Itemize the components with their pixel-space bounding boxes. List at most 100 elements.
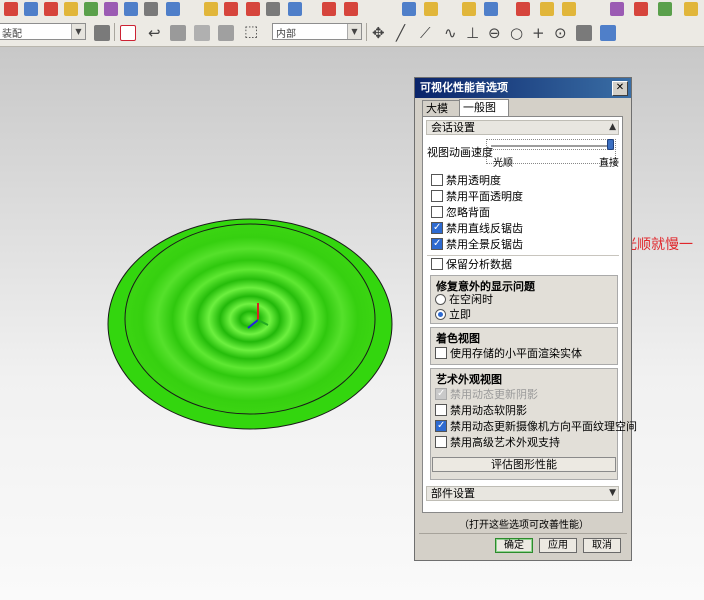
- checkbox-disable-transparency[interactable]: 禁用透明度: [431, 173, 501, 188]
- checkbox-label: 禁用直线反锯齿: [446, 222, 523, 235]
- render-icon[interactable]: [540, 2, 554, 16]
- snap-face-icon[interactable]: [576, 25, 592, 41]
- checkbox-disable-camera-texture-space[interactable]: 禁用动态更新摄像机方向平面纹理空间: [435, 418, 637, 434]
- cylinder-icon[interactable]: [144, 2, 158, 16]
- color-icon[interactable]: [516, 2, 530, 16]
- curve-icon[interactable]: [288, 2, 302, 16]
- section-title: 会话设置: [431, 121, 475, 134]
- snap-center-icon[interactable]: ○: [510, 24, 523, 42]
- spline-icon[interactable]: [266, 2, 280, 16]
- checkbox-disable-advanced-studio[interactable]: 禁用高级艺术外观支持: [435, 435, 560, 450]
- evaluate-graphics-button[interactable]: 评估图形性能: [432, 457, 616, 472]
- disc-inner-rim: [124, 223, 376, 415]
- analysis-icon[interactable]: [402, 2, 416, 16]
- checkbox-label: 禁用全景反锯齿: [446, 238, 523, 251]
- slider-ticks: [491, 149, 614, 153]
- checkbox[interactable]: [431, 174, 443, 186]
- checkbox-disable-line-antialiasing[interactable]: 禁用直线反锯齿: [431, 220, 523, 236]
- cancel-button[interactable]: 取消: [583, 538, 621, 553]
- radio-button[interactable]: [435, 294, 446, 305]
- arc-icon[interactable]: [246, 2, 260, 16]
- material-icon[interactable]: [562, 2, 576, 16]
- selection-filter-select[interactable]: 装配 ▼: [0, 23, 86, 40]
- hole-icon[interactable]: [64, 2, 78, 16]
- display-icon[interactable]: [462, 2, 476, 16]
- checkbox[interactable]: [435, 418, 447, 433]
- studio-icon[interactable]: [610, 2, 624, 16]
- slider-max-label: 直接: [599, 158, 619, 169]
- solid-body-icon[interactable]: [170, 25, 186, 41]
- checkbox[interactable]: [435, 436, 447, 448]
- checkbox[interactable]: [431, 190, 443, 202]
- trim-icon[interactable]: [344, 2, 358, 16]
- animation-speed-slider[interactable]: [491, 139, 614, 153]
- curve-rule-icon[interactable]: [218, 25, 234, 41]
- snap-midpoint-icon[interactable]: ∿: [444, 24, 457, 42]
- cone-icon[interactable]: [166, 2, 180, 16]
- snap-point-icon[interactable]: [120, 25, 136, 41]
- face-rule-icon[interactable]: [194, 25, 210, 41]
- point-icon[interactable]: [204, 2, 218, 16]
- checkbox[interactable]: [431, 220, 443, 235]
- checkbox-disable-plane-transparency[interactable]: 禁用平面透明度: [431, 189, 523, 204]
- block-icon[interactable]: [124, 2, 138, 16]
- checkbox-label: 使用存储的小平面渲染实体: [450, 347, 582, 360]
- light-icon[interactable]: [684, 2, 698, 16]
- checkbox: [435, 386, 447, 401]
- checkbox-retain-analysis-data[interactable]: 保留分析数据: [431, 257, 512, 272]
- snap-quadrant-icon[interactable]: ⊙: [554, 24, 567, 42]
- checkbox-use-stored-facets[interactable]: 使用存储的小平面渲染实体: [435, 346, 582, 361]
- measure-icon[interactable]: [424, 2, 438, 16]
- checkbox-disable-fullscene-antialiasing[interactable]: 禁用全景反锯齿: [431, 236, 523, 252]
- tab-large-model[interactable]: 大模型: [422, 100, 460, 130]
- radio-button[interactable]: [435, 309, 446, 320]
- ok-button[interactable]: 确定: [495, 538, 533, 553]
- toolbar-separator: [366, 23, 367, 41]
- sketch-icon[interactable]: [4, 2, 18, 16]
- snap-tangent-icon[interactable]: ⊖: [488, 24, 501, 42]
- checkbox[interactable]: [435, 404, 447, 416]
- checkbox-disable-soft-shadow[interactable]: 禁用动态软阴影: [435, 403, 527, 418]
- checkbox-label: 禁用动态软阴影: [450, 404, 527, 417]
- snap-intersection-icon[interactable]: +: [532, 24, 545, 42]
- checkbox[interactable]: [431, 258, 443, 270]
- checkbox[interactable]: [435, 347, 447, 359]
- revolve-icon[interactable]: [44, 2, 58, 16]
- checkbox-ignore-back-faces[interactable]: 忽略背面: [431, 205, 490, 220]
- edit-curve-icon[interactable]: [322, 2, 336, 16]
- environment-icon[interactable]: [658, 2, 672, 16]
- filter-icon[interactable]: [94, 25, 110, 41]
- checkbox[interactable]: [431, 206, 443, 218]
- reflection-icon[interactable]: [634, 2, 648, 16]
- rectangle-select-icon[interactable]: ⬚: [244, 22, 258, 40]
- tab-general-graphics[interactable]: 一般图形: [459, 99, 509, 129]
- selection-toolbar: 装配 ▼ ↩ ⬚ 内部 ▼ ✥ ╱ ⟋ ∿ ⊥ ⊖ ○ + ⊙: [0, 19, 704, 47]
- snap-move-icon[interactable]: ✥: [372, 24, 385, 42]
- artistic-view-group: 艺术外观视图 禁用动态更新阴影 禁用动态软阴影 禁用动态更新摄像机方向平面纹理空…: [430, 368, 637, 480]
- part-settings-header[interactable]: 部件设置 ▼: [426, 486, 619, 501]
- layer-icon[interactable]: [484, 2, 498, 16]
- snap-perpendicular-icon[interactable]: ⊥: [466, 24, 479, 42]
- boss-icon[interactable]: [84, 2, 98, 16]
- session-settings-header[interactable]: 会话设置 ▲: [426, 120, 619, 135]
- undo-select-icon[interactable]: ↩: [148, 24, 161, 42]
- dialog-titlebar[interactable]: 可视化性能首选项 ✕: [415, 78, 631, 98]
- line-icon[interactable]: [224, 2, 238, 16]
- radio-when-idle[interactable]: 在空闲时: [435, 292, 493, 307]
- slider-track: [491, 145, 614, 148]
- snap-endpoint-icon[interactable]: ⟋: [420, 24, 431, 42]
- pocket-icon[interactable]: [104, 2, 118, 16]
- slider-min-label: 光顺: [493, 158, 513, 169]
- checkbox-label: 保留分析数据: [446, 258, 512, 271]
- close-icon[interactable]: ✕: [612, 81, 628, 96]
- chevron-down-icon: ▼: [609, 488, 616, 498]
- checkbox[interactable]: [431, 236, 443, 251]
- snap-pole-icon[interactable]: [600, 25, 616, 41]
- scope-select[interactable]: 内部 ▼: [272, 23, 362, 40]
- checkbox-label: 禁用平面透明度: [446, 190, 523, 203]
- snap-line-icon[interactable]: ╱: [396, 24, 405, 42]
- radio-immediately[interactable]: 立即: [435, 307, 471, 322]
- slider-thumb[interactable]: [607, 139, 614, 150]
- apply-button[interactable]: 应用: [539, 538, 577, 553]
- extrude-icon[interactable]: [24, 2, 38, 16]
